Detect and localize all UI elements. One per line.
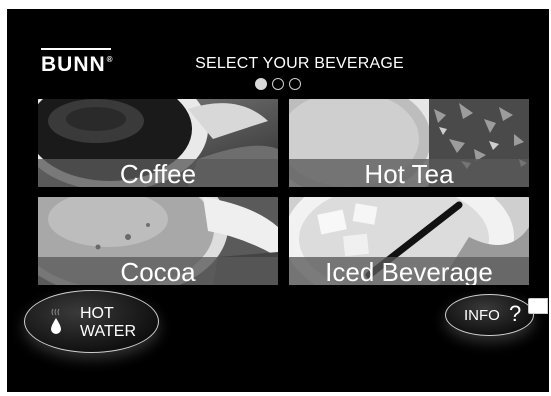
dispenser-screen: BUNN® SELECT YOUR BEVERAGE Coffee Hot Te… — [7, 9, 549, 392]
iced-beverage-label: Iced Beverage — [289, 257, 529, 285]
coffee-label: Coffee — [38, 159, 278, 187]
hot-water-label: HOT WATER — [80, 305, 136, 341]
hot-tea-label: Hot Tea — [289, 159, 529, 187]
page-indicator — [255, 78, 301, 90]
hot-water-line2: WATER — [80, 323, 136, 340]
hot-tea-tile[interactable]: Hot Tea — [289, 99, 529, 187]
page-dot-2[interactable] — [272, 78, 284, 90]
coffee-tile[interactable]: Coffee — [38, 99, 278, 187]
question-mark-icon: ? — [509, 301, 522, 326]
page-title: SELECT YOUR BEVERAGE — [195, 55, 404, 72]
bunn-logo: BUNN® — [41, 48, 114, 77]
registered-mark: ® — [106, 55, 114, 64]
cocoa-label: Cocoa — [38, 257, 278, 285]
side-tab-handle[interactable] — [528, 298, 548, 314]
cocoa-tile[interactable]: Cocoa — [38, 197, 278, 285]
water-drop-icon — [51, 308, 61, 334]
logo-bar — [41, 48, 111, 50]
info-button[interactable]: INFO ? — [445, 294, 534, 336]
page-dot-3[interactable] — [289, 78, 301, 90]
hot-water-line1: HOT — [80, 305, 114, 322]
iced-beverage-tile[interactable]: Iced Beverage — [289, 197, 529, 285]
logo-text: BUNN — [41, 53, 106, 76]
info-label: INFO — [464, 307, 500, 324]
page-dot-1[interactable] — [255, 78, 267, 90]
hot-water-button[interactable]: HOT WATER — [24, 290, 159, 353]
